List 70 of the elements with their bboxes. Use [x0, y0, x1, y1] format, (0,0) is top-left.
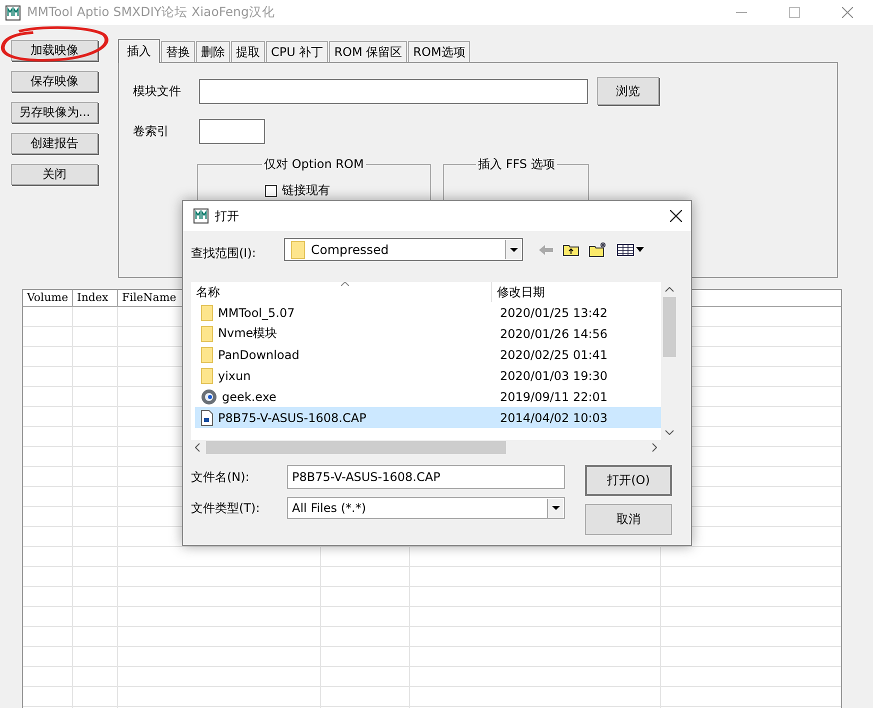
- sort-caret-icon: [341, 282, 349, 286]
- file-name-field[interactable]: P8B75-V-ASUS-1608.CAP: [287, 465, 565, 489]
- tab[interactable]: ROM选项: [408, 41, 470, 62]
- side-button[interactable]: 保存映像: [11, 71, 98, 92]
- side-button[interactable]: 创建报告: [11, 133, 98, 154]
- file-row[interactable]: P8B75-V-ASUS-1608.CAP 2014/04/02 10:03: [195, 407, 661, 428]
- file-name-label: 文件名(N):: [191, 468, 250, 486]
- window-title: MMTool Aptio SMXDIY论坛 XiaoFeng汉化: [27, 4, 275, 21]
- file-date: 2020/02/25 01:41: [499, 348, 608, 362]
- folder-icon: [201, 304, 213, 320]
- field-label: 模块文件: [133, 82, 182, 100]
- file-date: 2020/01/26 14:56: [499, 326, 608, 340]
- scroll-down-icon[interactable]: [665, 430, 674, 435]
- checkbox-label: 链接现有: [282, 182, 330, 199]
- folder-icon: [201, 326, 213, 342]
- caret-icon: [552, 506, 560, 510]
- side-button[interactable]: 关闭: [11, 164, 98, 185]
- file-date: 2019/09/11 22:01: [499, 390, 608, 404]
- scroll-right-icon[interactable]: [652, 443, 657, 452]
- folder-icon: [201, 368, 213, 384]
- module-file-field[interactable]: [199, 78, 588, 104]
- up-folder-icon[interactable]: [563, 243, 579, 256]
- column-header: Index: [73, 290, 118, 306]
- file-date: 2020/01/25 13:42: [499, 306, 608, 320]
- side-button[interactable]: 另存映像为...: [11, 102, 98, 123]
- file-type-dropdown[interactable]: All Files (*.*): [287, 497, 565, 519]
- tab[interactable]: 插入: [118, 39, 160, 63]
- file-row[interactable]: yixun 2020/01/03 19:30: [195, 365, 661, 386]
- file-row[interactable]: Nvme模块 2020/01/26 14:56: [195, 323, 661, 344]
- tab[interactable]: 替换: [161, 41, 195, 62]
- scroll-left-icon[interactable]: [195, 443, 200, 452]
- file-row[interactable]: PanDownload 2020/02/25 01:41: [195, 344, 661, 365]
- dialog-button[interactable]: 取消: [585, 504, 672, 535]
- file-date: 2020/01/03 19:30: [499, 368, 608, 382]
- scroll-up-icon[interactable]: [665, 287, 674, 292]
- column-header[interactable]: 修改日期: [492, 284, 545, 300]
- file-name: P8B75-V-ASUS-1608.CAP: [218, 410, 366, 424]
- app-icon: [5, 4, 21, 20]
- tab[interactable]: CPU 补丁: [266, 41, 328, 62]
- group-title: 仅对 Option ROM: [262, 156, 366, 173]
- dialog-button[interactable]: 打开(O): [585, 465, 672, 496]
- tab[interactable]: 删除: [196, 41, 230, 62]
- file-icon: [201, 410, 213, 426]
- look-in-dropdown[interactable]: Compressed: [284, 238, 523, 261]
- volume-index-field[interactable]: [199, 119, 265, 144]
- look-in-label: 查找范围(I):: [191, 245, 257, 262]
- caret-icon: [510, 248, 518, 252]
- dialog-title: 打开: [215, 208, 239, 224]
- folder-icon: [201, 346, 213, 362]
- folder-icon: [291, 240, 305, 258]
- file-date: 2014/04/02 10:03: [499, 410, 608, 424]
- file-name: Nvme模块: [218, 325, 278, 342]
- file-type-label: 文件类型(T):: [191, 500, 261, 516]
- column-header: Volume: [23, 290, 73, 306]
- view-menu-icon[interactable]: [617, 244, 645, 256]
- field-label: 卷索引: [133, 123, 170, 140]
- column-header[interactable]: 名称: [191, 282, 492, 302]
- browse-button[interactable]: 浏览: [597, 77, 659, 105]
- file-name: MMTool_5.07: [218, 306, 295, 320]
- checkbox[interactable]: [265, 184, 277, 196]
- file-name: PanDownload: [218, 348, 300, 362]
- file-name: geek.exe: [222, 390, 276, 404]
- file-row[interactable]: geek.exe 2019/09/11 22:01: [195, 386, 661, 407]
- app-icon: [193, 208, 209, 224]
- tab[interactable]: ROM 保留区: [329, 41, 408, 62]
- close-icon[interactable]: [670, 210, 682, 222]
- file-name: yixun: [218, 368, 251, 382]
- tab[interactable]: 提取: [231, 41, 265, 62]
- new-folder-icon[interactable]: [589, 242, 607, 257]
- group-title: 插入 FFS 选项: [476, 156, 557, 173]
